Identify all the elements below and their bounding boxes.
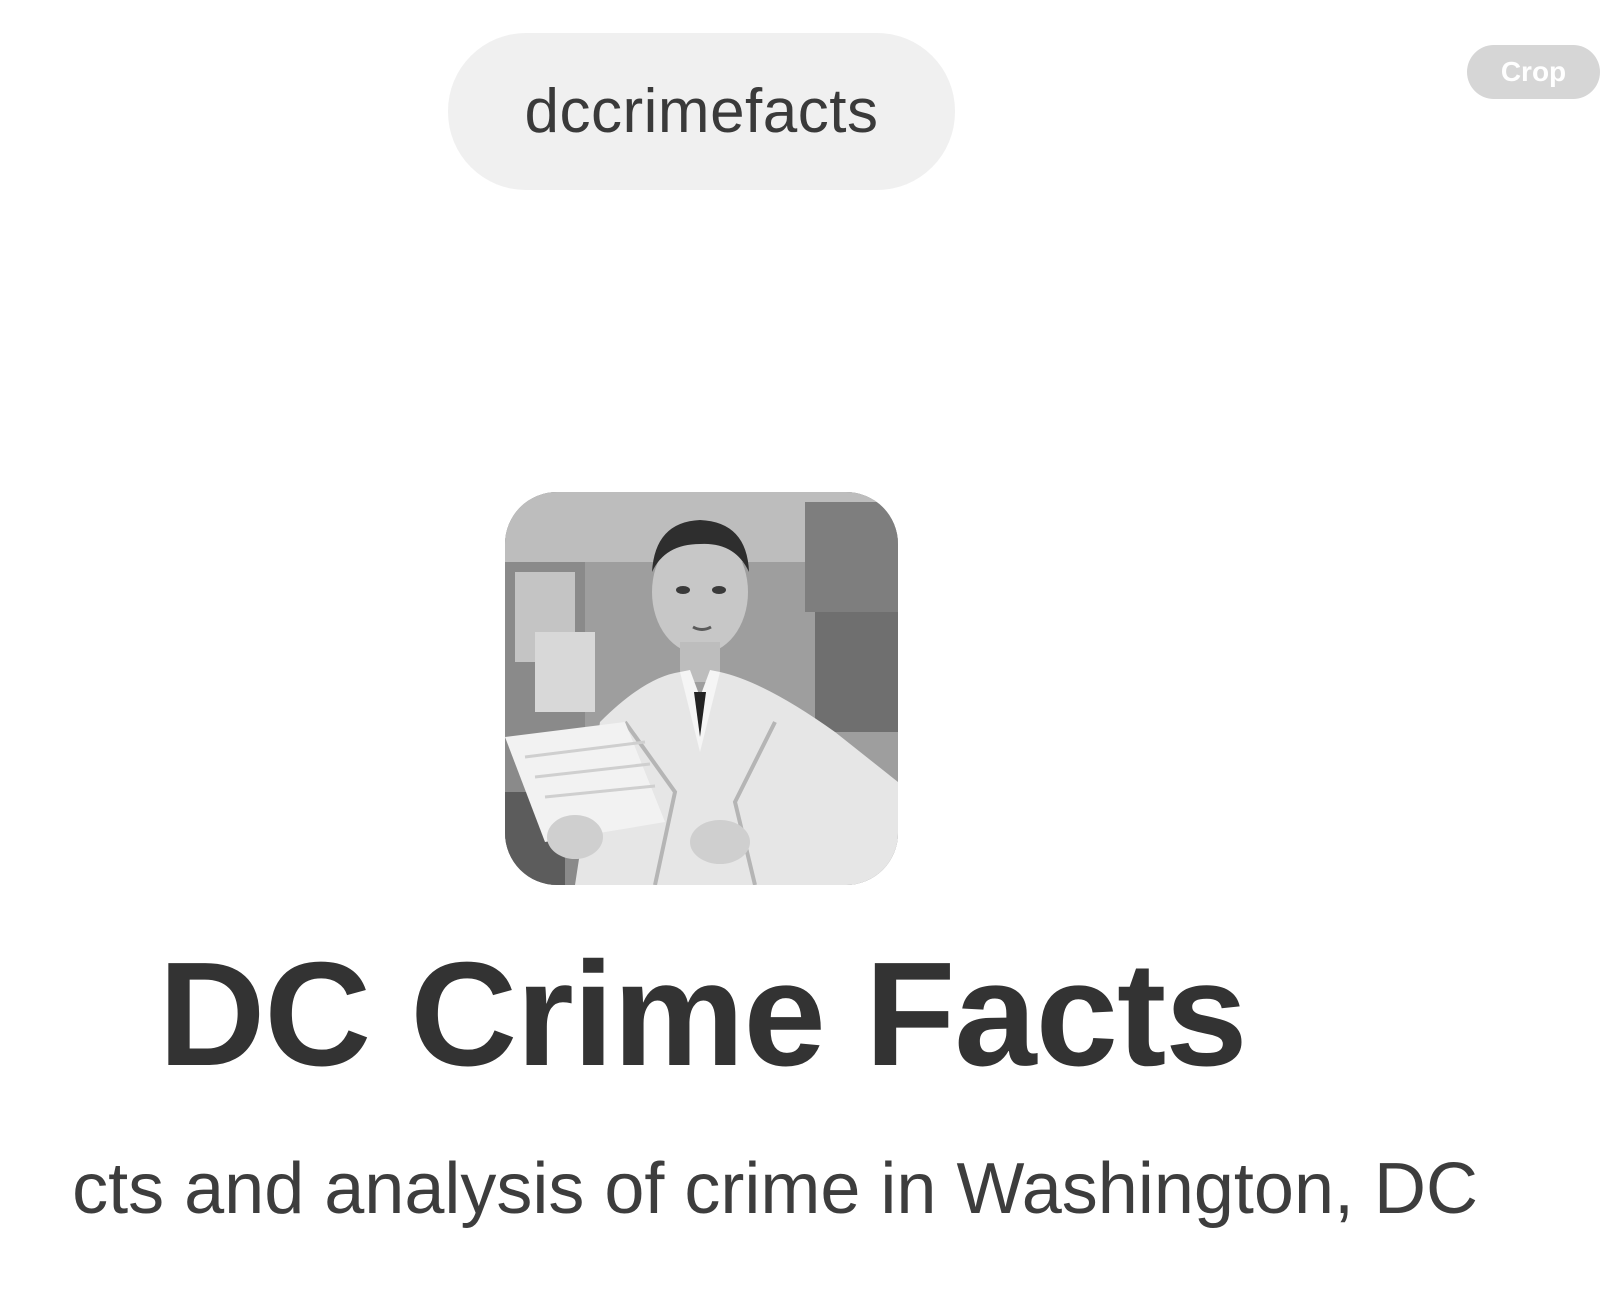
publication-setup-screen: dccrimefacts Crop DC Crime Facts cts and…	[0, 0, 1620, 1290]
publication-handle[interactable]: dccrimefacts	[448, 33, 955, 190]
publication-title: DC Crime Facts	[158, 932, 1247, 1097]
crop-button-label: Crop	[1500, 56, 1567, 87]
avatar-photo	[505, 492, 898, 885]
crop-button[interactable]: Crop	[1467, 45, 1600, 99]
publication-description[interactable]: cts and analysis of crime in Washington,…	[72, 1148, 1478, 1230]
publication-handle-text: dccrimefacts	[524, 77, 879, 146]
publication-avatar[interactable]	[505, 492, 898, 885]
